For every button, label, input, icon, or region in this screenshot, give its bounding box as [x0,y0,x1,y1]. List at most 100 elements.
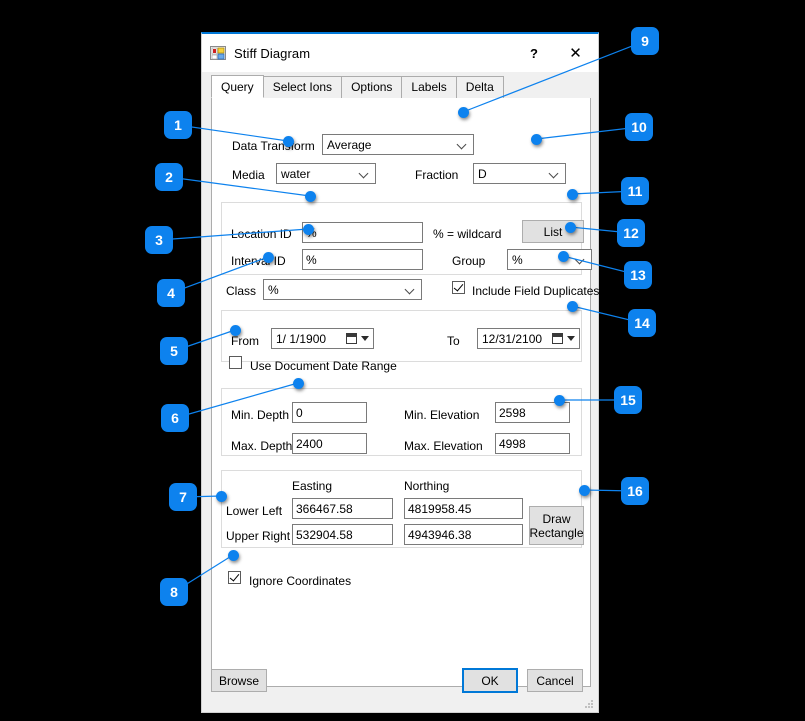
lower-left-label: Lower Left [226,504,283,518]
callout-badge-8: 8 [160,578,188,606]
callout-badge-5: 5 [160,337,188,365]
max-depth-input[interactable] [292,433,367,454]
from-date-value: 1/ 1/1900 [276,332,327,346]
tab-select-ions[interactable]: Select Ions [262,76,343,98]
tab-query[interactable]: Query [211,75,264,98]
chevron-down-icon [360,170,368,178]
to-date-value: 12/31/2100 [482,332,543,346]
callout-badge-3: 3 [145,226,173,254]
callout-badge-1: 1 [164,111,192,139]
callout-badge-9: 9 [631,27,659,55]
callout-target-dot-2 [305,191,316,202]
chevron-down-icon [550,170,558,178]
lower-left-northing-input[interactable] [404,498,523,519]
from-date-picker[interactable]: 1/ 1/1900 [271,328,374,349]
draw-rectangle-line-2: Rectangle [529,525,584,540]
chevron-down-icon [406,286,414,294]
fraction-value: D [478,167,487,181]
callout-target-dot-7 [216,491,227,502]
data-transform-combo[interactable]: Average [322,134,474,155]
to-label: To [447,334,460,348]
location-id-input[interactable] [302,222,423,243]
callout-badge-4: 4 [157,279,185,307]
use-document-date-range-label: Use Document Date Range [250,359,397,373]
group-value: % [512,253,523,267]
northing-column-header: Northing [404,479,450,493]
ok-button[interactable]: OK [462,668,518,693]
tab-labels[interactable]: Labels [401,76,457,98]
callout-target-dot-13 [558,251,569,262]
callout-target-dot-14 [567,301,578,312]
media-combo[interactable]: water [276,163,376,184]
wildcard-note: % = wildcard [433,227,502,241]
query-tab-page: Data Transform Average Media water Fract… [211,98,599,687]
tab-options[interactable]: Options [341,76,403,98]
include-field-duplicates-label: Include Field Duplicates [472,284,600,298]
callout-target-dot-12 [565,222,576,233]
min-elevation-label: Min. Elevation [404,408,480,422]
easting-column-header: Easting [292,479,333,493]
group-label: Group [452,254,486,268]
calendar-icon [552,333,563,344]
callout-badge-15: 15 [614,386,642,414]
callout-badge-7: 7 [169,483,197,511]
max-elevation-input[interactable] [495,433,570,454]
browse-button[interactable]: Browse [211,669,267,692]
callout-target-dot-4 [263,252,274,263]
use-document-date-range-checkbox[interactable] [229,356,242,369]
class-value: % [268,283,279,297]
resize-grip[interactable] [583,698,595,710]
to-date-picker[interactable]: 12/31/2100 [477,328,580,349]
group-combo[interactable]: % [507,249,592,270]
lower-left-easting-input[interactable] [292,498,393,519]
interval-id-label: Interval ID [231,254,286,268]
callout-target-dot-9 [458,107,469,118]
from-label: From [231,334,259,348]
title-bar: Stiff Diagram ? ✕ [202,34,598,72]
tab-strip: Query Select Ions Options Labels Delta [211,75,591,99]
upper-right-northing-input[interactable] [404,524,523,545]
upper-right-label: Upper Right [226,529,291,543]
close-button[interactable]: ✕ [553,34,598,72]
callout-badge-10: 10 [625,113,653,141]
data-transform-label: Data Transform [232,139,315,153]
chevron-down-icon [361,336,369,341]
window-title: Stiff Diagram [234,45,311,61]
class-combo[interactable]: % [263,279,422,300]
calendar-icon [346,333,357,344]
tab-delta[interactable]: Delta [455,76,504,98]
media-value: water [281,167,311,181]
callout-target-dot-11 [567,189,578,200]
draw-rectangle-button[interactable]: Draw Rectangle [529,506,584,545]
include-field-duplicates-checkbox[interactable] [452,281,465,294]
help-button[interactable]: ? [515,34,553,72]
media-label: Media [232,168,265,182]
form-icon [210,45,226,61]
callout-target-dot-3 [303,224,314,235]
min-depth-input[interactable] [292,402,367,423]
chevron-down-icon [567,336,575,341]
callout-badge-13: 13 [624,261,652,289]
ignore-coordinates-checkbox[interactable] [228,571,241,584]
callout-badge-2: 2 [155,163,183,191]
max-elevation-label: Max. Elevation [404,439,483,453]
callout-target-dot-15 [554,395,565,406]
ignore-coordinates-label: Ignore Coordinates [249,574,352,588]
chevron-down-icon [458,141,466,149]
callout-target-dot-6 [293,378,304,389]
callout-badge-14: 14 [628,309,656,337]
fraction-combo[interactable]: D [473,163,566,184]
fraction-label: Fraction [415,168,459,182]
min-depth-label: Min. Depth [231,408,290,422]
callout-target-dot-10 [531,134,542,145]
callout-target-dot-5 [230,325,241,336]
interval-id-input[interactable] [302,249,423,270]
callout-badge-6: 6 [161,404,189,432]
chevron-down-icon [576,256,584,264]
class-label: Class [226,284,257,298]
data-transform-value: Average [327,138,372,152]
cancel-button[interactable]: Cancel [527,669,583,692]
callout-target-dot-1 [283,136,294,147]
upper-right-easting-input[interactable] [292,524,393,545]
callout-badge-16: 16 [621,477,649,505]
